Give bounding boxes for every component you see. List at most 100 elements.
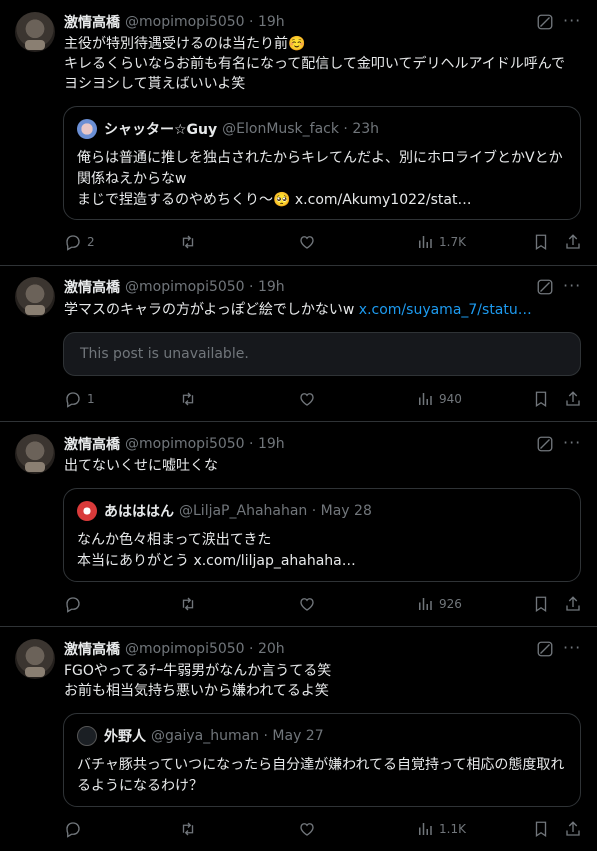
author-handle-time[interactable]: @mopimopi5050 · 19h xyxy=(125,279,285,295)
views-button[interactable]: 1.7K xyxy=(416,233,466,251)
retweet-icon xyxy=(179,820,197,838)
retweet-button[interactable] xyxy=(179,233,197,251)
retweet-button[interactable] xyxy=(179,820,197,838)
avatar[interactable] xyxy=(15,434,55,474)
views-icon xyxy=(416,390,434,408)
share-button[interactable] xyxy=(564,595,582,613)
views-button[interactable]: 1.1K xyxy=(416,820,466,838)
quote-handle-time: @gaiya_human · May 27 xyxy=(151,728,324,744)
like-icon xyxy=(298,820,316,838)
retweet-icon xyxy=(179,390,197,408)
retweet-button[interactable] xyxy=(179,390,197,408)
author-name[interactable]: 激情高橋 xyxy=(64,639,120,659)
bookmark-button[interactable] xyxy=(532,820,550,838)
view-count: 1.7K xyxy=(439,235,466,249)
author-handle-time[interactable]: @mopimopi5050 · 20h xyxy=(125,641,285,657)
quote-text: なんか色々相まって涙出てきた 本当にありがとう x.com/liljap_aha… xyxy=(77,532,356,569)
quote-header: あはははん @LiljaP_Ahahahan · May 28 xyxy=(77,501,372,521)
like-button[interactable] xyxy=(298,820,316,838)
views-button[interactable]: 940 xyxy=(416,390,462,408)
tweet-link[interactable]: x.com/suyama_7/statu… xyxy=(359,302,532,318)
reply-icon xyxy=(64,595,82,613)
reply-count: 2 xyxy=(87,235,95,249)
tweet-header: 激情高橋 @mopimopi5050 · 19h xyxy=(64,277,285,297)
avatar[interactable] xyxy=(15,639,55,679)
tweet[interactable]: 激情高橋 @mopimopi5050 · 19h ··· 学マスのキャラの方がよ… xyxy=(0,266,597,422)
views-icon xyxy=(416,820,434,838)
bookmark-icon xyxy=(532,233,550,251)
quote-card[interactable]: あはははん @LiljaP_Ahahahan · May 28 なんか色々相まっ… xyxy=(63,488,581,582)
bookmark-button[interactable] xyxy=(532,233,550,251)
quote-author-name: シャッター☆Guy xyxy=(104,122,218,138)
tweet[interactable]: 激情高橋 @mopimopi5050 · 19h ··· 主役が特別待遇受けるの… xyxy=(0,0,597,266)
avatar[interactable] xyxy=(15,277,55,317)
tweet[interactable]: 激情高橋 @mopimopi5050 · 20h ··· FGOやってるﾁｰ牛弱… xyxy=(0,627,597,851)
reply-button[interactable]: 2 xyxy=(64,233,95,251)
unavailable-post: This post is unavailable. xyxy=(63,332,581,376)
bookmark-button[interactable] xyxy=(532,595,550,613)
tweet-text-content: 学マスのキャラの方がよっぽど絵でしかないw xyxy=(64,302,355,318)
quote-header: 外野人 @gaiya_human · May 27 xyxy=(77,726,324,746)
quote-handle-time: @LiljaP_Ahahahan · May 28 xyxy=(179,503,372,519)
author-name[interactable]: 激情高橋 xyxy=(64,277,120,297)
tweet-text: 出てないくせに嘘吐くな xyxy=(64,458,218,474)
quote-text: 俺らは普通に推しを独占されたからキレてんだよ、別にホロライブとかVとか関係ねえか… xyxy=(77,150,563,208)
bookmark-button[interactable] xyxy=(532,390,550,408)
bookmark-icon xyxy=(532,595,550,613)
reply-icon xyxy=(64,390,82,408)
views-button[interactable]: 926 xyxy=(416,595,462,613)
grok-icon[interactable] xyxy=(536,640,554,658)
like-button[interactable] xyxy=(298,390,316,408)
bookmark-icon xyxy=(532,390,550,408)
reply-button[interactable] xyxy=(64,820,87,838)
author-name[interactable]: 激情高橋 xyxy=(64,12,120,32)
tweet-header: 激情高橋 @mopimopi5050 · 19h xyxy=(64,434,285,454)
tweet[interactable]: 激情高橋 @mopimopi5050 · 19h ··· 出てないくせに嘘吐くな… xyxy=(0,422,597,627)
like-button[interactable] xyxy=(298,233,316,251)
reply-button[interactable] xyxy=(64,595,87,613)
views-icon xyxy=(416,595,434,613)
retweet-icon xyxy=(179,595,197,613)
quote-card[interactable]: 外野人 @gaiya_human · May 27 バチャ豚共っていつになったら… xyxy=(63,713,581,807)
action-bar: 1 940 xyxy=(0,390,597,408)
action-bar: 1.1K xyxy=(0,820,597,838)
author-name[interactable]: 激情高橋 xyxy=(64,434,120,454)
quote-card[interactable]: シャッター☆Guy @ElonMusk_fack · 23h 俺らは普通に推しを… xyxy=(63,106,581,220)
more-icon[interactable]: ··· xyxy=(563,12,581,30)
tweet-header: 激情高橋 @mopimopi5050 · 20h xyxy=(64,639,285,659)
like-icon xyxy=(298,390,316,408)
share-button[interactable] xyxy=(564,390,582,408)
like-button[interactable] xyxy=(298,595,316,613)
action-bar: 926 xyxy=(0,595,597,613)
tweet-text: FGOやってるﾁｰ牛弱男がなんか言うてる笑 お前も相当気持ち悪いから嫌われてるよ… xyxy=(64,663,332,699)
reply-count: 1 xyxy=(87,392,95,406)
view-count: 940 xyxy=(439,392,462,406)
grok-icon[interactable] xyxy=(536,435,554,453)
retweet-button[interactable] xyxy=(179,595,197,613)
like-icon xyxy=(298,233,316,251)
quote-author-name: 外野人 xyxy=(104,729,146,745)
author-handle-time[interactable]: @mopimopi5050 · 19h xyxy=(125,436,285,452)
more-icon[interactable]: ··· xyxy=(563,434,581,452)
views-icon xyxy=(416,233,434,251)
quote-author-name: あはははん xyxy=(104,504,174,520)
retweet-icon xyxy=(179,233,197,251)
like-icon xyxy=(298,595,316,613)
avatar[interactable] xyxy=(15,12,55,52)
share-button[interactable] xyxy=(564,820,582,838)
share-icon xyxy=(564,233,582,251)
share-button[interactable] xyxy=(564,233,582,251)
share-icon xyxy=(564,390,582,408)
grok-icon[interactable] xyxy=(536,13,554,31)
more-icon[interactable]: ··· xyxy=(563,277,581,295)
quote-avatar xyxy=(77,119,97,139)
share-icon xyxy=(564,595,582,613)
reply-button[interactable]: 1 xyxy=(64,390,95,408)
view-count: 926 xyxy=(439,597,462,611)
quote-avatar xyxy=(77,501,97,521)
view-count: 1.1K xyxy=(439,822,466,836)
action-bar: 2 1.7K xyxy=(0,233,597,251)
more-icon[interactable]: ··· xyxy=(563,639,581,657)
author-handle-time[interactable]: @mopimopi5050 · 19h xyxy=(125,14,285,30)
grok-icon[interactable] xyxy=(536,278,554,296)
